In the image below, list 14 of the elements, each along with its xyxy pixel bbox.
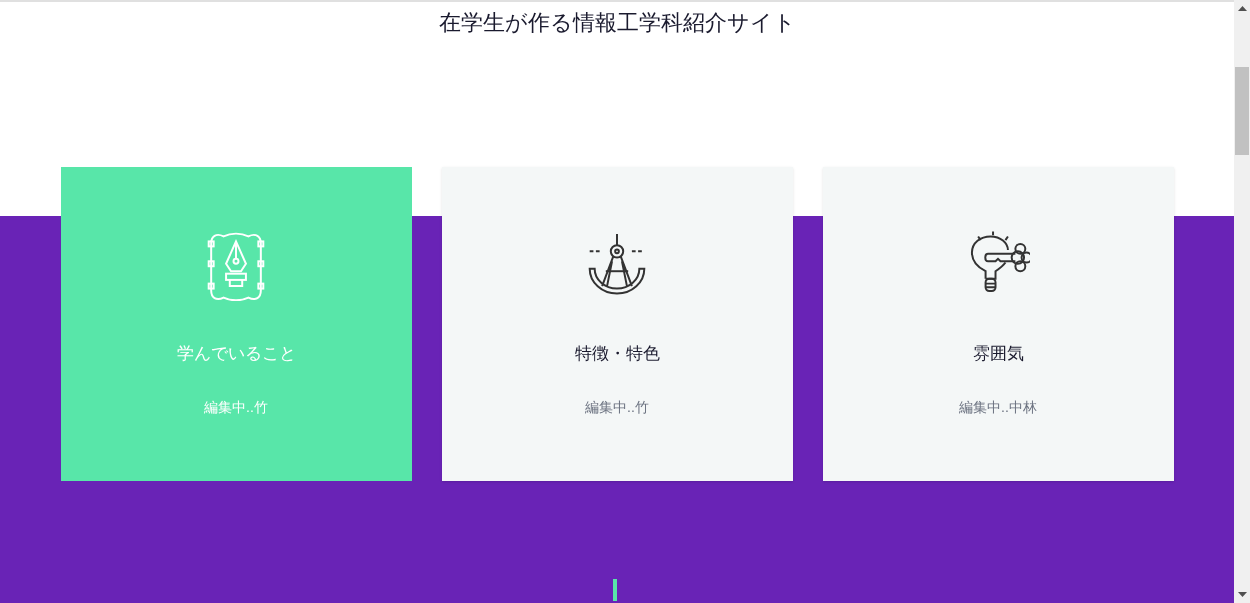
card-note: 編集中..竹 bbox=[204, 397, 268, 417]
card-note: 編集中..中林 bbox=[959, 397, 1037, 417]
site-title: 在学生が作る情報工学科紹介サイト bbox=[438, 9, 796, 37]
card-note: 編集中..竹 bbox=[585, 397, 649, 417]
scrollbar[interactable] bbox=[1234, 0, 1250, 603]
scrollbar-thumb[interactable] bbox=[1235, 67, 1249, 155]
card-title: 特徴・特色 bbox=[574, 343, 660, 365]
scroll-down-icon[interactable] bbox=[1237, 592, 1247, 597]
feature-card[interactable]: 特徴・特色 編集中..竹 bbox=[441, 167, 793, 481]
feature-card[interactable]: 雰囲気 編集中..中林 bbox=[822, 167, 1174, 481]
scroll-up-icon[interactable] bbox=[1237, 6, 1247, 11]
card-title: 雰囲気 bbox=[972, 343, 1024, 365]
card-title: 学んでいること bbox=[176, 343, 296, 365]
indicator-bar bbox=[613, 579, 617, 601]
